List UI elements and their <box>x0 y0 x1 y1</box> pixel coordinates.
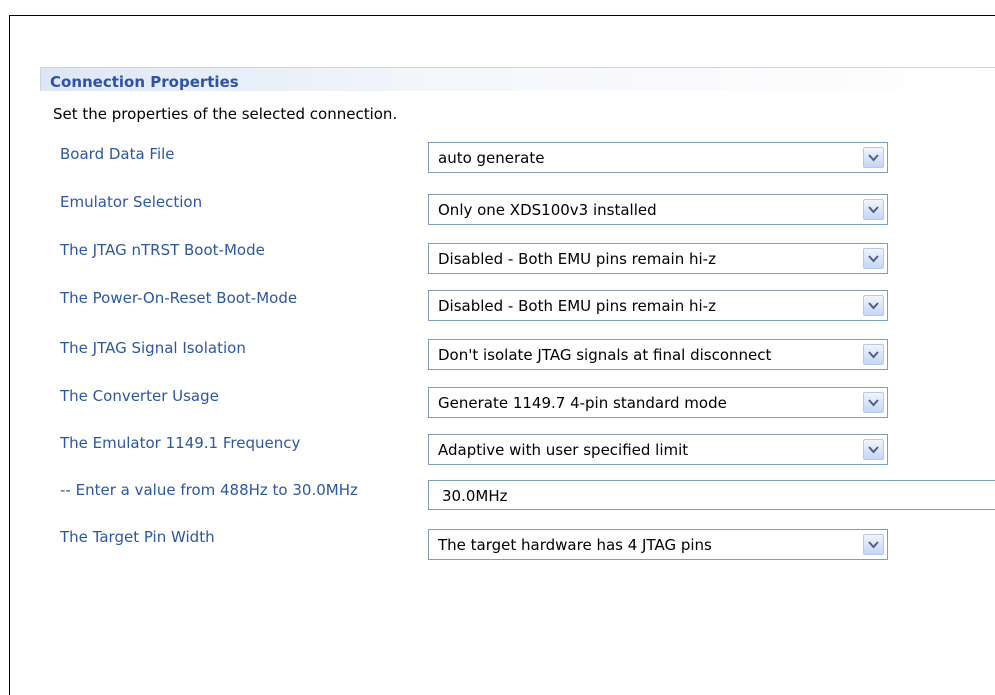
label-emulator-frequency: The Emulator 1149.1 Frequency <box>60 434 301 452</box>
emulator-selection-combo[interactable]: Only one XDS100v3 installed <box>428 194 888 225</box>
chevron-down-icon[interactable] <box>863 199 884 220</box>
power-on-reset-boot-mode-combo[interactable]: Disabled - Both EMU pins remain hi-z <box>428 290 888 321</box>
combo-value: The target hardware has 4 JTAG pins <box>438 536 712 554</box>
chevron-down-icon[interactable] <box>863 534 884 555</box>
combo-value: Don't isolate JTAG signals at final disc… <box>438 346 772 364</box>
jtag-signal-isolation-combo[interactable]: Don't isolate JTAG signals at final disc… <box>428 339 888 370</box>
chevron-down-icon[interactable] <box>863 147 884 168</box>
frequency-value-input[interactable]: 30.0MHz <box>428 480 995 510</box>
section-description: Set the properties of the selected conne… <box>53 105 398 123</box>
label-emulator-selection: Emulator Selection <box>60 193 203 211</box>
label-power-on-reset-boot-mode: The Power-On-Reset Boot-Mode <box>60 289 298 307</box>
combo-value: auto generate <box>438 149 545 167</box>
board-data-file-combo[interactable]: auto generate <box>428 142 888 173</box>
target-pin-width-combo[interactable]: The target hardware has 4 JTAG pins <box>428 529 888 560</box>
chevron-down-icon[interactable] <box>863 344 884 365</box>
label-target-pin-width: The Target Pin Width <box>60 528 215 546</box>
label-converter-usage: The Converter Usage <box>60 387 219 405</box>
combo-value: Only one XDS100v3 installed <box>438 201 657 219</box>
combo-value: Disabled - Both EMU pins remain hi-z <box>438 297 716 315</box>
chevron-down-icon[interactable] <box>863 248 884 269</box>
combo-value: Disabled - Both EMU pins remain hi-z <box>438 250 716 268</box>
combo-value: Adaptive with user specified limit <box>438 441 689 459</box>
converter-usage-combo[interactable]: Generate 1149.7 4-pin standard mode <box>428 387 888 418</box>
label-jtag-signal-isolation: The JTAG Signal Isolation <box>60 339 246 357</box>
section-title: Connection Properties <box>50 73 239 91</box>
label-board-data-file: Board Data File <box>60 145 175 163</box>
combo-value: Generate 1149.7 4-pin standard mode <box>438 394 727 412</box>
chevron-down-icon[interactable] <box>863 295 884 316</box>
label-frequency-value: -- Enter a value from 488Hz to 30.0MHz <box>60 481 358 499</box>
chevron-down-icon[interactable] <box>863 392 884 413</box>
chevron-down-icon[interactable] <box>863 439 884 460</box>
emulator-frequency-combo[interactable]: Adaptive with user specified limit <box>428 434 888 465</box>
label-jtag-ntrst-boot-mode: The JTAG nTRST Boot-Mode <box>60 241 265 259</box>
input-value: 30.0MHz <box>442 487 508 505</box>
jtag-ntrst-boot-mode-combo[interactable]: Disabled - Both EMU pins remain hi-z <box>428 243 888 274</box>
